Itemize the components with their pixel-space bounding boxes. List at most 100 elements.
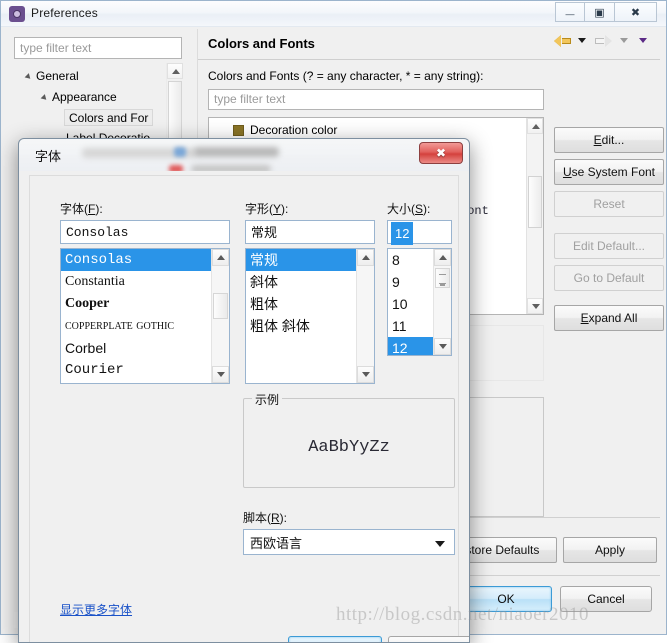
edit-default-label: Edit Default...	[572, 239, 646, 253]
list-item[interactable]: Consolas	[61, 249, 212, 271]
font-style-list[interactable]: 常规 斜体 粗体 粗体 斜体	[245, 248, 375, 384]
script-value: 西欧语言	[250, 536, 303, 551]
list-vertical-scrollbar[interactable]	[526, 118, 543, 314]
list-item[interactable]: Courier New	[61, 381, 212, 383]
gear-icon	[9, 6, 25, 22]
font-dialog-title: 字体	[35, 149, 62, 164]
label-text: 字形(	[245, 202, 273, 216]
list-item[interactable]: Cooper	[61, 293, 212, 315]
scroll-up-icon[interactable]	[167, 63, 183, 79]
forward-arrow-icon[interactable]	[595, 34, 613, 48]
expand-arrow-icon[interactable]	[24, 72, 33, 81]
color-swatch-icon	[233, 125, 244, 137]
font-dialog-cancel-button[interactable]	[388, 636, 469, 642]
apply-label: Apply	[594, 543, 626, 557]
scroll-down-icon[interactable]	[434, 338, 451, 355]
font-size-input[interactable]: 12	[387, 220, 452, 245]
sample-legend: 示例	[252, 391, 283, 408]
scroll-down-icon[interactable]	[527, 298, 543, 314]
scrollbar-thumb[interactable]	[213, 293, 228, 319]
list-item[interactable]: 11	[388, 315, 434, 337]
background-blur	[174, 147, 186, 157]
tree-filter-input[interactable]: type filter text	[14, 37, 182, 59]
font-family-label: 字体(F):	[60, 200, 103, 217]
colors-fonts-description: Colors and Fonts (? = any character, * =…	[208, 69, 484, 83]
list-item[interactable]: Constantia	[61, 271, 212, 293]
list-item[interactable]: 10	[388, 293, 434, 315]
scroll-down-icon[interactable]	[357, 366, 374, 383]
colors-fonts-filter-input[interactable]: type filter text	[208, 89, 544, 110]
font-style-scrollbar[interactable]	[356, 249, 374, 383]
mnemonic: R	[271, 511, 280, 525]
use-system-font-button[interactable]: Use System Font	[554, 159, 664, 185]
font-dialog: 字体 ✖ 字体(F): Consolas Consolas Constantia…	[18, 138, 470, 643]
list-item[interactable]: Corbel	[61, 337, 212, 359]
scrollbar-thumb[interactable]	[528, 176, 542, 228]
label-tail: ):	[281, 202, 289, 216]
restore-defaults-label: estore Defaults	[458, 543, 540, 557]
use-system-font-label: se System Font	[571, 165, 656, 179]
label-tail: ):	[279, 511, 288, 525]
go-to-default-label: Go to Default	[573, 271, 645, 285]
page-title: Colors and Fonts	[208, 36, 315, 51]
font-family-input[interactable]: Consolas	[60, 220, 230, 244]
show-more-fonts-link[interactable]: 显示更多字体	[60, 601, 132, 618]
tree-item-general[interactable]: General	[24, 67, 79, 86]
list-item[interactable]: 粗体 斜体	[246, 315, 357, 337]
tree-item-colors-and-fonts[interactable]: Colors and For	[64, 109, 154, 126]
close-icon: ✖	[435, 146, 447, 160]
chevron-down-icon[interactable]	[435, 541, 445, 547]
mnemonic: S	[415, 202, 424, 216]
edit-default-button[interactable]: Edit Default...	[554, 233, 664, 259]
label-tail: ):	[95, 202, 103, 216]
script-label: 脚本(R):	[243, 509, 287, 526]
list-item[interactable]: 8	[388, 249, 434, 271]
tree-item-label: Appearance	[52, 90, 117, 104]
close-button[interactable]: ✖	[615, 2, 657, 22]
list-item[interactable]: 12	[388, 337, 434, 355]
back-dropdown-caret-icon[interactable]	[577, 38, 586, 44]
list-item[interactable]: 常规	[246, 249, 357, 271]
scroll-up-icon[interactable]	[434, 249, 451, 266]
reset-button[interactable]: Reset	[554, 191, 664, 217]
go-to-default-button[interactable]: Go to Default	[554, 265, 664, 291]
list-item[interactable]: 9	[388, 271, 434, 293]
scroll-up-icon[interactable]	[212, 249, 229, 266]
forward-dropdown-caret-icon[interactable]	[619, 38, 628, 44]
tree-item-appearance[interactable]: Appearance	[40, 88, 117, 107]
font-style-input[interactable]: 常规	[245, 220, 375, 244]
back-arrow-icon[interactable]	[553, 34, 571, 48]
expand-all-button[interactable]: Expand All	[554, 305, 664, 331]
edit-button[interactable]: Edit...	[554, 127, 664, 153]
font-family-scrollbar[interactable]	[211, 249, 229, 383]
font-dialog-body: 字体(F): Consolas Consolas Constantia Coop…	[19, 171, 469, 642]
list-item[interactable]: 斜体	[246, 271, 357, 293]
font-size-list[interactable]: 8 9 10 11 12 14 16	[387, 248, 452, 356]
scroll-down-icon[interactable]	[212, 366, 229, 383]
cancel-label: Cancel	[587, 592, 625, 606]
tree-item-label: Colors and For	[69, 111, 149, 125]
sample-text: AaBbYyZz	[308, 438, 390, 457]
list-item[interactable]: 粗体	[246, 293, 357, 315]
list-item[interactable]: Courier	[61, 359, 212, 381]
row-label: Decoration color	[250, 123, 338, 137]
view-menu-caret-icon[interactable]	[639, 38, 647, 44]
scrollbar-thumb[interactable]	[435, 268, 450, 288]
background-blur	[194, 147, 279, 157]
label-text: 大小(	[387, 202, 415, 216]
scroll-up-icon[interactable]	[357, 249, 374, 266]
font-dialog-close-button[interactable]: ✖	[419, 142, 463, 164]
font-style-label: 字形(Y):	[245, 200, 288, 217]
font-dialog-ok-button[interactable]	[288, 636, 382, 642]
font-family-list[interactable]: Consolas Constantia Cooper COPPERPLATE G…	[60, 248, 230, 384]
expand-arrow-icon[interactable]	[40, 93, 49, 102]
maximize-button[interactable]: ▣	[585, 2, 615, 22]
apply-button[interactable]: Apply	[563, 537, 657, 563]
minimize-button[interactable]: —	[555, 2, 585, 22]
scroll-up-icon[interactable]	[527, 118, 543, 134]
script-select[interactable]: 西欧语言	[243, 529, 455, 555]
font-size-scrollbar[interactable]	[433, 249, 451, 355]
expand-all-label: xpand All	[588, 311, 638, 325]
label-text: 字体(	[60, 202, 88, 216]
list-item[interactable]: COPPERPLATE GOTHIC	[61, 315, 212, 337]
